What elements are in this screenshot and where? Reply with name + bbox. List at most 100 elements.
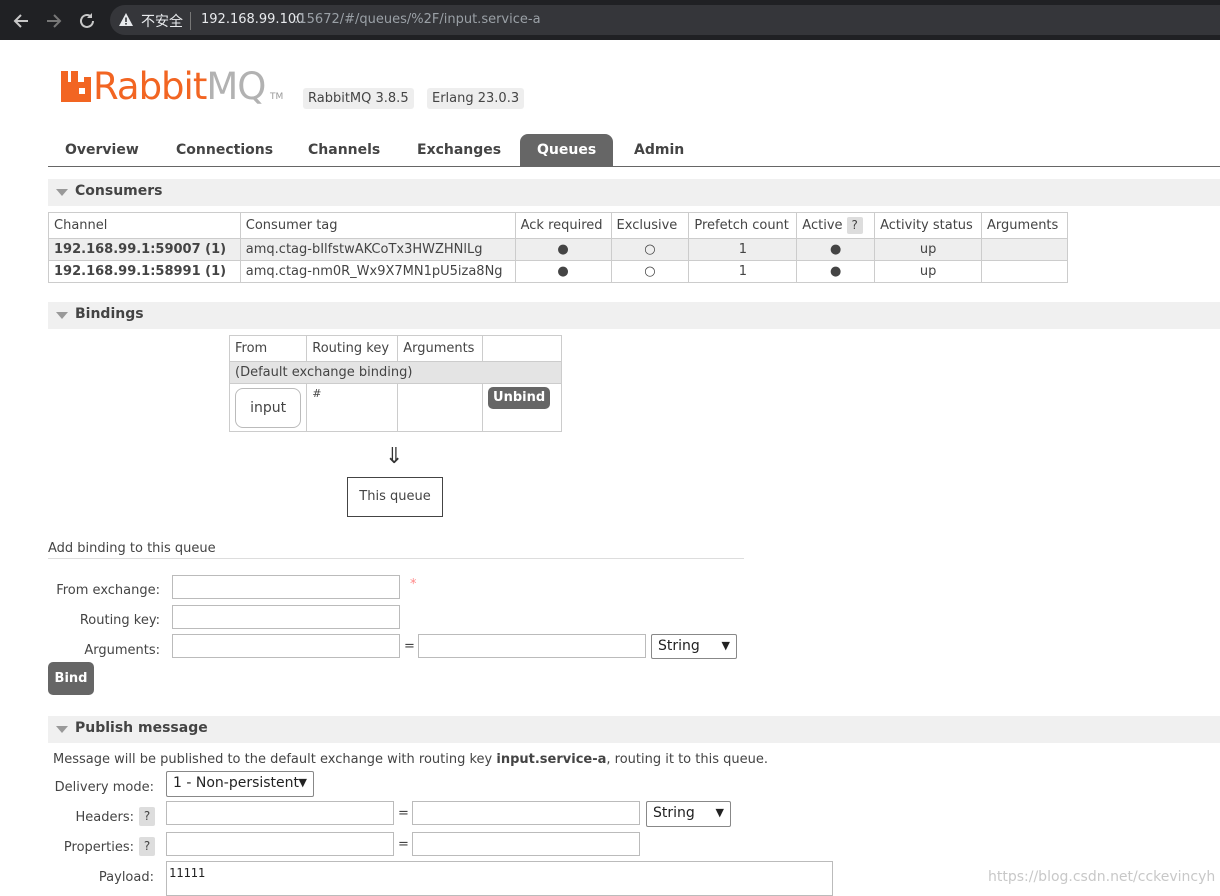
argument-key-input[interactable] — [172, 634, 400, 658]
tab-connections[interactable]: Connections — [159, 134, 290, 167]
trademark: TM — [270, 92, 284, 102]
tab-queues[interactable]: Queues — [520, 134, 614, 167]
activity-status-value: up — [874, 238, 983, 261]
collapse-triangle-icon[interactable] — [56, 312, 68, 319]
consumers-table: Channel Consumer tag Ack required Exclus… — [48, 212, 1068, 283]
table-row[interactable]: 192.168.99.1:59007 (1) amq.ctag-bIlfstwA… — [48, 238, 1068, 261]
channel-link[interactable]: 192.168.99.1:59007 (1) — [48, 238, 241, 261]
required-mark: * — [410, 577, 417, 592]
tab-admin[interactable]: Admin — [617, 134, 701, 167]
header-key-input[interactable] — [166, 801, 394, 825]
reload-icon[interactable] — [76, 10, 98, 32]
column-header-from: From — [228, 335, 308, 362]
column-header-prefetch-count: Prefetch count — [688, 212, 798, 239]
arguments-label: Arguments: — [84, 643, 160, 658]
headers-help-icon[interactable]: ? — [139, 807, 155, 826]
warning-icon[interactable] — [118, 12, 134, 28]
equals-sign: = — [398, 837, 409, 852]
column-header-active: Active ? — [796, 212, 876, 239]
unbind-button[interactable]: Unbind — [488, 387, 551, 409]
prefetch-count-value: 1 — [688, 260, 798, 283]
table-row: input # Unbind — [228, 383, 562, 432]
headers-label: Headers: — [75, 810, 135, 825]
security-label[interactable]: 不安全 — [141, 11, 183, 31]
arguments-value — [981, 238, 1068, 261]
table-row[interactable]: 192.168.99.1:58991 (1) amq.ctag-nm0R_Wx9… — [48, 260, 1068, 283]
arguments-value — [397, 383, 484, 432]
payload-textarea[interactable]: 11111 — [166, 861, 833, 896]
divider — [48, 558, 744, 559]
activity-status-value: up — [874, 260, 983, 283]
from-exchange-input[interactable] — [172, 575, 400, 599]
property-value-input[interactable] — [412, 832, 640, 856]
column-header-actions — [482, 335, 562, 362]
column-header-activity-status: Activity status — [874, 212, 983, 239]
from-exchange-label: From exchange: — [56, 583, 160, 598]
chevron-down-icon: ▼ — [721, 639, 730, 652]
argument-value-input[interactable] — [418, 634, 646, 658]
rabbitmq-logo-text: RabbitMQ — [93, 65, 266, 108]
rabbitmq-logo-icon — [61, 71, 91, 102]
publish-message-section-header[interactable]: Publish message — [48, 716, 1220, 743]
consumers-title: Consumers — [75, 183, 163, 199]
default-binding-label: (Default exchange binding) — [229, 361, 562, 384]
delivery-mode-select[interactable]: 1 - Non-persistent ▼ — [166, 771, 314, 797]
routing-key-value: # — [306, 383, 399, 432]
ack-required-value: ● — [514, 238, 612, 261]
column-header-routing-key: Routing key — [306, 335, 399, 362]
properties-label: Properties: — [63, 840, 134, 855]
tab-exchanges[interactable]: Exchanges — [400, 134, 518, 167]
bindings-section-header[interactable]: Bindings — [48, 302, 1220, 329]
tab-underline — [48, 166, 1220, 167]
collapse-triangle-icon[interactable] — [56, 189, 68, 196]
column-header-consumer-tag: Consumer tag — [239, 212, 516, 239]
back-icon[interactable] — [10, 10, 32, 32]
equals-sign: = — [398, 806, 409, 821]
address-separator — [190, 12, 191, 30]
default-binding-row: (Default exchange binding) — [229, 361, 562, 384]
browser-toolbar: 不安全 192.168.99.100 :15672/#/queues/%2F/i… — [0, 0, 1220, 40]
chevron-down-icon: ▼ — [715, 806, 724, 819]
active-value: ● — [796, 260, 876, 283]
property-key-input[interactable] — [166, 832, 394, 856]
delivery-mode-label: Delivery mode: — [54, 780, 154, 795]
action-cell: Unbind — [482, 383, 562, 432]
column-header-exclusive: Exclusive — [610, 212, 690, 239]
tab-channels[interactable]: Channels — [291, 134, 397, 167]
chevron-down-icon: ▼ — [298, 776, 307, 789]
collapse-triangle-icon[interactable] — [56, 726, 68, 733]
header-value-input[interactable] — [412, 801, 640, 825]
column-header-channel: Channel — [48, 212, 241, 239]
arguments-value — [981, 260, 1068, 283]
watermark: https://blog.csdn.net/cckevincyh — [988, 869, 1216, 885]
channel-link[interactable]: 192.168.99.1:58991 (1) — [48, 260, 241, 283]
tab-overview[interactable]: Overview — [48, 134, 156, 167]
exchange-link-input[interactable]: input — [235, 387, 302, 428]
consumer-tag: amq.ctag-bIlfstwAKCoTx3HWZHNlLg — [239, 238, 516, 261]
rabbitmq-version-badge: RabbitMQ 3.8.5 — [303, 88, 414, 109]
payload-label: Payload: — [98, 870, 154, 885]
from-cell: input — [228, 383, 308, 432]
argument-type-select[interactable]: String ▼ — [651, 634, 737, 659]
column-header-arguments: Arguments — [397, 335, 484, 362]
consumer-tag: amq.ctag-nm0R_Wx9X7MN1pU5iza8Ng — [239, 260, 516, 283]
url-host[interactable]: 192.168.99.100 — [201, 12, 304, 27]
routing-key-label: Routing key: — [79, 613, 160, 628]
exclusive-value: ○ — [610, 260, 690, 283]
consumers-section-header[interactable]: Consumers — [48, 179, 1220, 206]
this-queue-box: This queue — [347, 477, 443, 517]
equals-sign: = — [404, 639, 415, 654]
column-header-arguments: Arguments — [981, 212, 1068, 239]
header-type-select[interactable]: String ▼ — [646, 801, 731, 827]
prefetch-count-value: 1 — [688, 238, 798, 261]
exclusive-value: ○ — [610, 238, 690, 261]
bind-button[interactable]: Bind — [48, 662, 94, 695]
url-path[interactable]: :15672/#/queues/%2F/input.service-a — [294, 12, 541, 27]
properties-help-icon[interactable]: ? — [139, 837, 155, 856]
publish-info-text: Message will be published to the default… — [53, 752, 768, 767]
forward-icon[interactable] — [43, 10, 65, 32]
active-help-icon[interactable]: ? — [846, 217, 863, 234]
table-header-row: From Routing key Arguments — [228, 335, 562, 362]
routing-key-input[interactable] — [172, 605, 400, 629]
bindings-title: Bindings — [75, 306, 144, 322]
